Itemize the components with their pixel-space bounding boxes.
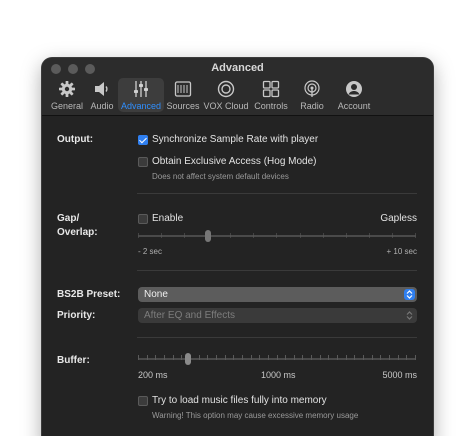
buffer-label: Buffer: [57,355,90,366]
tab-account[interactable]: Account [332,78,376,112]
tab-radio-label: Radio [300,101,324,111]
window-title: Advanced [211,62,264,74]
gap-enable-checkbox[interactable] [138,214,148,224]
load-into-memory-checkbox[interactable] [138,396,148,406]
gap-label: Gap/ [57,213,80,224]
cloud-icon [215,78,237,99]
controls-icon [260,78,282,99]
exclusive-access-note: Does not affect system default devices [152,172,289,181]
buffer-mid-label: 1000 ms [261,370,296,380]
section-divider [137,270,417,271]
bs2b-preset-select[interactable]: None [138,287,417,302]
preferences-window: Advanced General Audio Advanced Sources … [42,58,433,436]
sliders-icon [130,78,152,99]
tab-general-label: General [50,101,84,111]
gapless-label: Gapless [380,213,417,224]
tab-account-label: Account [337,101,371,111]
chevron-up-down-icon [404,310,415,321]
gear-icon [56,78,78,99]
gap-slider-ticks [138,233,416,238]
bs2b-preset-label: BS2B Preset: [57,289,121,300]
buffer-min-label: 200 ms [138,370,168,380]
tab-controls-label: Controls [254,101,288,111]
output-label: Output: [57,134,94,145]
exclusive-access-label: Obtain Exclusive Access (Hog Mode) [152,156,317,167]
bs2b-preset-value: None [144,289,168,300]
buffer-max-label: 5000 ms [382,370,417,380]
buffer-slider-ticks [138,355,416,360]
tab-audio[interactable]: Audio [86,78,118,112]
buffer-slider-thumb[interactable] [185,353,192,365]
tab-general[interactable]: General [48,78,86,112]
priority-select[interactable]: After EQ and Effects [138,308,417,323]
tab-advanced[interactable]: Advanced [118,78,164,112]
gap-enable-label: Enable [152,213,184,224]
tab-sources[interactable]: Sources [164,78,202,112]
tab-vox-cloud-label: VOX Cloud [203,101,249,111]
load-into-memory-label: Try to load music files fully into memor… [152,395,327,406]
tab-radio[interactable]: Radio [292,78,332,112]
title-bar: Advanced General Audio Advanced Sources … [42,58,433,116]
memory-warning: Warning! This option may cause excessive… [152,411,359,420]
radio-icon [301,78,323,99]
section-divider [137,193,417,194]
speaker-icon [91,78,113,99]
overlap-label: Overlap: [57,227,98,238]
preferences-toolbar: General Audio Advanced Sources VOX Cloud… [48,78,376,112]
tab-controls[interactable]: Controls [250,78,292,112]
tab-sources-label: Sources [166,101,200,111]
account-icon [343,78,365,99]
gap-slider-thumb[interactable] [204,230,211,242]
sync-sample-rate-checkbox[interactable] [138,135,148,145]
section-divider [137,337,417,338]
gap-max-label: + 10 sec [386,247,417,256]
exclusive-access-checkbox[interactable] [138,157,148,167]
priority-label: Priority: [57,310,96,321]
sources-icon [172,78,194,99]
tab-advanced-label: Advanced [120,101,162,111]
gap-min-label: - 2 sec [138,247,163,256]
chevron-up-down-icon [404,289,415,300]
tab-vox-cloud[interactable]: VOX Cloud [202,78,250,112]
sync-sample-rate-label: Synchronize Sample Rate with player [152,134,319,145]
tab-audio-label: Audio [90,101,114,111]
priority-value: After EQ and Effects [144,310,235,321]
